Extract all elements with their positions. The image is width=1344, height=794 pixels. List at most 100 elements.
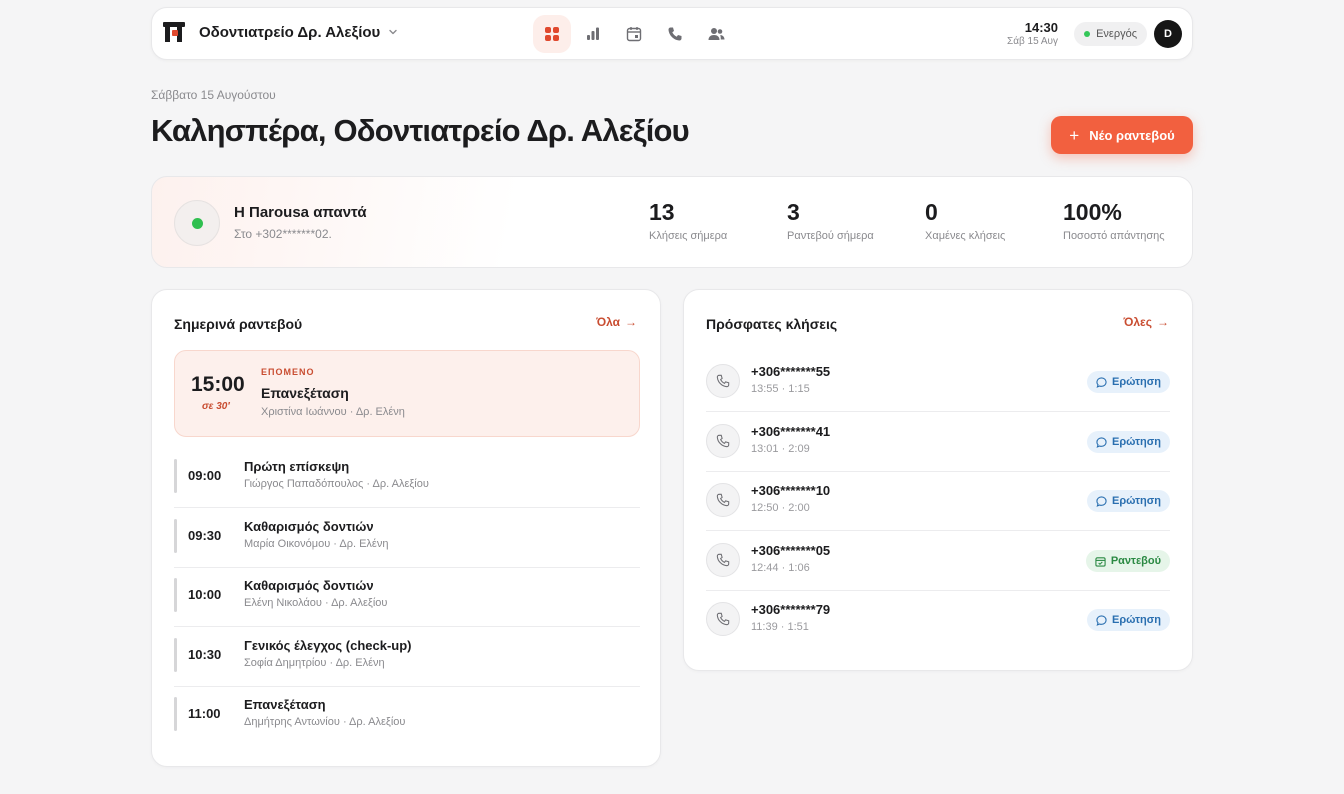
stat-value: 13 (649, 199, 675, 225)
main-nav (533, 15, 738, 53)
appointments-title: Σημερινά ραντεβού (174, 316, 303, 332)
call-type-badge: Ερώτηση (1086, 431, 1170, 453)
appointment-rail (174, 578, 177, 612)
appointment-details: Ελένη Νικολάου · Δρ. Αλεξίου (244, 597, 388, 609)
call-type-badge: Ραντεβού (1085, 550, 1170, 572)
logo-icon (163, 22, 185, 42)
appointment-title: Πρώτη επίσκεψη (244, 459, 350, 474)
nav-contacts[interactable] (697, 15, 735, 53)
stat-calls-today: 13 Κλήσεις σήμερα (649, 199, 727, 242)
grid-icon (545, 27, 559, 41)
live-dot-icon (191, 217, 203, 229)
appointment-rail (174, 638, 177, 672)
call-type-label: Ερώτηση (1111, 376, 1161, 388)
call-row[interactable]: +306*******05 12:44 · 1:06 Ραντεβού (706, 531, 1170, 591)
brand-switcher[interactable]: Οδοντιατρείο Δρ. Αλεξίου (163, 22, 398, 42)
call-row[interactable]: +306*******41 13:01 · 2:09 Ερώτηση (706, 412, 1170, 472)
next-appointment-details: Χριστίνα Ιωάννου · Δρ. Ελένη (261, 406, 405, 418)
next-appointment-card[interactable]: 15:00 σε 30′ ΕΠΟΜΕΝΟ Επανεξέταση Χριστίν… (174, 350, 640, 437)
appointment-row[interactable]: 11:00 Επανεξέταση Δημήτρης Αντωνίου · Δρ… (174, 687, 640, 746)
chevron-down-icon (389, 29, 397, 35)
nav-analytics[interactable] (574, 15, 612, 53)
plus-icon: + (1069, 125, 1080, 145)
recent-calls-title: Πρόσφατες κλήσεις (706, 316, 838, 332)
new-appointment-button[interactable]: + Νέο ραντεβού (1051, 116, 1193, 154)
stat-appointments-today: 3 Ραντεβού σήμερα (787, 199, 874, 242)
call-type-badge: Ερώτηση (1086, 371, 1170, 393)
next-appointment-title: Επανεξέταση (261, 385, 349, 401)
caller-number: +306*******05 (751, 543, 831, 558)
all-appointments-label: Όλα (596, 315, 620, 329)
appointment-details: Μαρία Οικονόμου · Δρ. Ελένη (244, 538, 389, 550)
call-type-label: Ραντεβού (1110, 555, 1161, 567)
appointment-row[interactable]: 09:30 Καθαρισμός δοντιών Μαρία Οικονόμου… (174, 509, 640, 568)
appointment-title: Καθαρισμός δοντιών (244, 519, 374, 534)
appointment-rail (174, 697, 177, 731)
call-type-badge: Ερώτηση (1086, 490, 1170, 512)
avatar[interactable]: D (1154, 20, 1182, 48)
next-appointment-time: 15:00 (191, 373, 245, 396)
all-calls-label: Όλες (1123, 315, 1152, 329)
call-row[interactable]: +306*******10 12:50 · 2:00 Ερώτηση (706, 471, 1170, 531)
call-meta: 13:01 · 2:09 (751, 443, 810, 455)
top-bar: Οδοντιατρείο Δρ. Αλεξίου 14:30 Σάβ 15 Αυ… (151, 7, 1193, 60)
brand-name: Οδοντιατρείο Δρ. Αλεξίου (199, 23, 381, 41)
chat-question-icon (1096, 436, 1107, 448)
stat-value: 3 (787, 199, 800, 225)
stat-value: 0 (925, 199, 938, 225)
next-appointment-countdown: σε 30′ (202, 401, 230, 412)
caller-number: +306*******41 (751, 424, 831, 439)
all-calls-link[interactable]: Όλες → (1123, 315, 1169, 329)
call-meta: 11:39 · 1:51 (751, 621, 809, 633)
stat-label: Κλήσεις σήμερα (649, 230, 728, 242)
status-label: Ενεργός (1096, 28, 1137, 40)
status-badge[interactable]: Ενεργός (1074, 22, 1147, 46)
calendar-icon (626, 27, 642, 42)
stat-value: 100% (1063, 199, 1122, 225)
appointment-rail (174, 519, 177, 553)
nav-calendar[interactable] (615, 15, 653, 53)
chat-question-icon (1096, 495, 1107, 507)
appointment-details: Σοφία Δημητρίου · Δρ. Ελένη (244, 657, 385, 669)
nav-calls[interactable] (656, 15, 694, 53)
appointment-time: 11:00 (188, 706, 221, 721)
caller-number: +306*******10 (751, 483, 831, 498)
users-icon (708, 28, 724, 40)
phone-icon (706, 483, 740, 517)
appointments-panel: Σημερινά ραντεβού Όλα → 15:00 σε 30′ ΕΠΟ… (151, 289, 661, 767)
calendar-check-icon (1095, 556, 1106, 567)
stat-label: Χαμένες κλήσεις (925, 230, 1006, 242)
appointment-row[interactable]: 10:30 Γενικός έλεγχος (check-up) Σοφία Δ… (174, 628, 640, 687)
appointment-title: Επανεξέταση (244, 697, 326, 712)
phone-icon (668, 27, 682, 41)
appointment-time: 10:30 (188, 647, 222, 662)
call-row[interactable]: +306*******79 11:39 · 1:51 Ερώτηση (706, 590, 1170, 650)
appointment-details: Δημήτρης Αντωνίου · Δρ. Αλεξίου (244, 716, 406, 728)
nav-dashboard[interactable] (533, 15, 571, 53)
all-appointments-link[interactable]: Όλα → (596, 315, 637, 329)
clock: 14:30 Σάβ 15 Αυγ (1007, 20, 1058, 48)
next-appointment-tag: ΕΠΟΜΕΝΟ (261, 367, 315, 377)
appointment-row[interactable]: 09:00 Πρώτη επίσκεψη Γιώργος Παπαδόπουλο… (174, 449, 640, 508)
recent-calls-panel: Πρόσφατες κλήσεις Όλες → +306*******55 1… (683, 289, 1193, 671)
clock-time: 14:30 (1024, 20, 1058, 35)
appointment-row[interactable]: 10:00 Καθαρισμός δοντιών Ελένη Νικολάου … (174, 568, 640, 627)
page-title: Καλησπέρα, Οδοντιατρείο Δρ. Αλεξίου (151, 113, 690, 148)
phone-icon (706, 543, 740, 577)
call-type-label: Ερώτηση (1111, 614, 1161, 626)
date-line: Σάββατο 15 Αυγούστου (151, 88, 276, 102)
call-meta: 13:55 · 1:15 (751, 383, 810, 395)
new-appointment-label: Νέο ραντεβού (1089, 127, 1175, 143)
stat-missed-calls: 0 Χαμένες κλήσεις (925, 199, 1005, 242)
chat-question-icon (1096, 614, 1107, 626)
live-indicator (174, 200, 220, 246)
phone-icon (706, 602, 740, 636)
chat-question-icon (1096, 376, 1107, 388)
appointment-time: 09:00 (188, 468, 222, 483)
appointment-title: Γενικός έλεγχος (check-up) (244, 638, 412, 653)
clock-date: Σάβ 15 Αυγ (1007, 36, 1058, 47)
call-type-badge: Ερώτηση (1086, 609, 1170, 631)
appointment-rail (174, 459, 177, 493)
call-row[interactable]: +306*******55 13:55 · 1:15 Ερώτηση (706, 352, 1170, 412)
assistant-status-card: Η Πarousa απαντά Στο +302*******02. 13 Κ… (151, 176, 1193, 268)
